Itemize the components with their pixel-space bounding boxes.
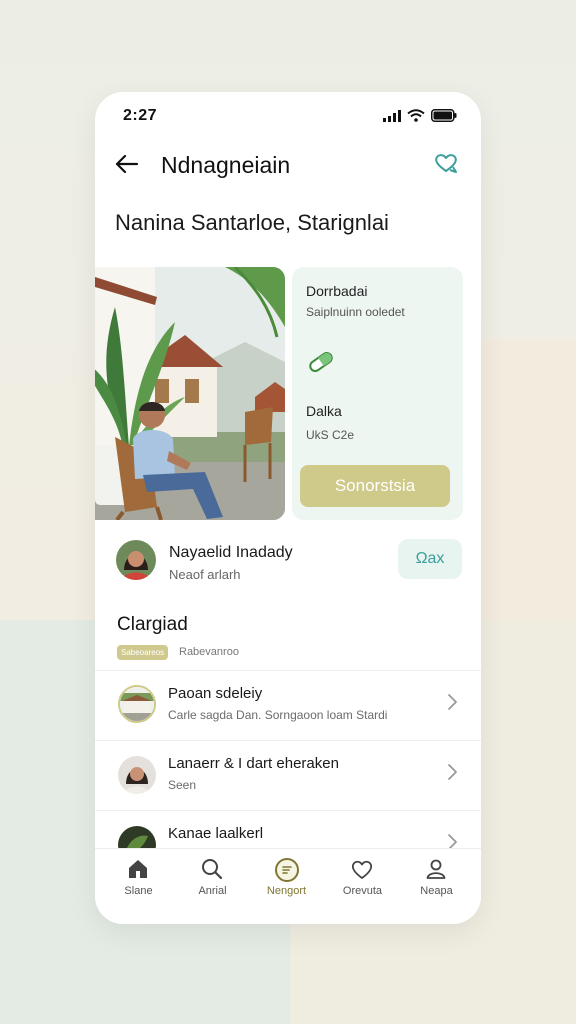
person-icon xyxy=(426,859,446,879)
message-button[interactable]: Ωax xyxy=(398,539,462,579)
tab-messages[interactable]: Nengort xyxy=(248,849,325,924)
info-sub-primary: Saiplnuinn ooledet xyxy=(306,305,405,319)
list-item-subtitle: Carle sagda Dan. Sorngaoon loam Stardi xyxy=(168,708,388,722)
location-subtitle: Nanina Santarloe, Starignlai xyxy=(115,210,389,235)
list-item-title: Paoan sdeleiy xyxy=(168,685,263,702)
house-photo xyxy=(95,267,285,520)
section-title: Clargiad xyxy=(117,614,188,635)
tab-home[interactable]: Slane xyxy=(100,849,177,924)
tab-label: Neapa xyxy=(420,885,453,897)
favorite-button[interactable] xyxy=(433,150,461,178)
background-right-panel xyxy=(480,340,576,620)
home-icon xyxy=(129,860,147,878)
status-bar: 2:27 xyxy=(95,92,481,138)
tab-search[interactable]: Anrial xyxy=(174,849,251,924)
profile-name: Nayaelid Inadady xyxy=(169,544,293,561)
back-button[interactable] xyxy=(113,150,141,178)
search-icon xyxy=(202,859,223,880)
list-item-avatar xyxy=(118,756,156,794)
tab-profile[interactable]: Neapa xyxy=(398,849,475,924)
info-sub-secondary: UkS C2e xyxy=(306,428,355,442)
list-item-title: Lanaerr & I dart eheraken xyxy=(168,755,339,772)
wifi-icon xyxy=(407,109,425,122)
info-label-primary: Dorrbadai xyxy=(306,283,368,299)
tag-badge: Sabeoareos xyxy=(117,645,169,660)
info-card: Dorrbadai Saiplnuinn ooledet Dalka UkS C… xyxy=(292,267,463,520)
tab-label: Orevuta xyxy=(342,885,383,897)
page-title: Ndnagneiain xyxy=(161,152,291,178)
pill-icon xyxy=(309,351,333,373)
tab-label: Nengort xyxy=(266,885,307,897)
nav-header: Ndnagneiain xyxy=(95,138,481,194)
tab-label: Anrial xyxy=(198,885,227,897)
chat-bubble-icon xyxy=(275,858,299,882)
list-item-subtitle: Seen xyxy=(168,778,197,792)
heart-chat-icon xyxy=(435,154,457,173)
battery-icon xyxy=(431,109,457,122)
list-item[interactable]: Paoan sdeleiy Carle sagda Dan. Sorngaoon… xyxy=(95,670,481,740)
phone-screen: 2:27 Ndnagneiain Nanina Santarloe, Stari… xyxy=(95,92,481,924)
list-item-thumbnail xyxy=(118,685,156,723)
status-icons xyxy=(383,109,457,122)
tab-label: Slane xyxy=(124,885,153,897)
status-time: 2:27 xyxy=(123,107,158,124)
chevron-right-icon xyxy=(448,764,457,780)
primary-action-button[interactable]: Sonorstsia xyxy=(300,465,450,507)
profile-row[interactable]: Nayaelid Inadady Neaof arlarh Ωax xyxy=(95,532,481,592)
list-item[interactable]: Lanaerr & I dart eheraken Seen xyxy=(95,740,481,810)
signal-icon xyxy=(383,109,401,122)
info-label-secondary: Dalka xyxy=(306,403,342,419)
tag-text: Rabevanroo xyxy=(179,646,239,658)
heart-icon xyxy=(351,860,373,879)
profile-sub: Neaof arlarh xyxy=(169,567,241,582)
bottom-tab-bar: Slane Anrial Nengort Orevuta Neapa xyxy=(95,848,481,924)
chevron-right-icon xyxy=(448,694,457,710)
arrow-left-icon xyxy=(115,154,139,174)
tab-favorites[interactable]: Orevuta xyxy=(324,849,401,924)
list-item-title: Kanae laalkerl xyxy=(168,825,264,842)
avatar xyxy=(116,540,156,580)
